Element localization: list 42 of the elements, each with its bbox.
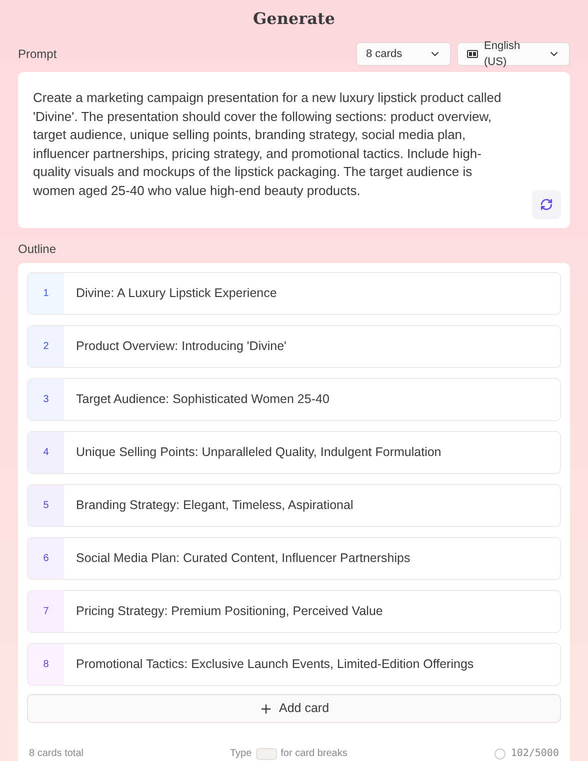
outline-card[interactable]: 3 Target Audience: Sophisticated Women 25-40 bbox=[27, 378, 561, 421]
outline-card[interactable]: 1 Divine: A Luxury Lipstick Experience bbox=[27, 272, 561, 315]
outline-card[interactable]: 4 Unique Selling Points: Unparalleled Quality, Indulgent Formulation bbox=[27, 431, 561, 474]
hint-text: Type bbox=[230, 747, 252, 761]
outline-label: Outline bbox=[17, 241, 58, 257]
card-title: Unique Selling Points: Unparalleled Quality, Indulgent Formulation bbox=[75, 444, 442, 462]
progress-ring-icon bbox=[494, 748, 506, 760]
prompt-text: Create a marketing campaign presentation for a new luxury lipstick product called 'Divine'. The presentation should cover the following sections: product overview, target audience, unique selling points, branding strategy, social media plan, influencer partnerships, pricing strategy, and promotional tactics. Include high-quality visuals and mockups of the lipstick packaging. The target audience is women aged 25-40 who value high-end beauty products. bbox=[33, 89, 502, 200]
refresh-icon bbox=[540, 198, 553, 211]
add-card-button[interactable]: Add card bbox=[27, 694, 561, 723]
card-number: 5 bbox=[28, 485, 64, 526]
card-title: Promotional Tactics: Exclusive Launch Events, Limited-Edition Offerings bbox=[75, 656, 474, 674]
language-icon bbox=[467, 50, 478, 58]
outline-card[interactable]: 8 Promotional Tactics: Exclusive Launch Events, Limited-Edition Offerings bbox=[27, 643, 561, 686]
card-title: Target Audience: Sophisticated Women 25-40 bbox=[75, 391, 330, 408]
outline-card[interactable]: 6 Social Media Plan: Curated Content, Influencer Partnerships bbox=[27, 537, 561, 580]
prompt-label: Prompt bbox=[18, 46, 57, 63]
card-title: Divine: A Luxury Lipstick Experience bbox=[75, 285, 277, 302]
card-number: 1 bbox=[28, 273, 64, 314]
card-number: 7 bbox=[28, 591, 64, 632]
refresh-button[interactable] bbox=[532, 190, 561, 219]
language-dropdown[interactable]: English (US) bbox=[457, 42, 570, 66]
outline-card[interactable]: 7 Pricing Strategy: Premium Positioning, Perceived Value bbox=[27, 590, 561, 633]
card-title: Product Overview: Introducing 'Divine' bbox=[75, 338, 286, 356]
hint-text: for card breaks bbox=[280, 747, 348, 761]
card-title: Social Media Plan: Curated Content, Influencer Partnerships bbox=[75, 550, 410, 568]
card-number: 4 bbox=[28, 432, 64, 473]
card-count-dropdown[interactable]: 8 cards bbox=[356, 42, 451, 66]
key-badge bbox=[256, 748, 277, 760]
page-title: Generate bbox=[252, 8, 336, 30]
card-number: 8 bbox=[28, 644, 64, 685]
character-count: 102/5000 bbox=[510, 747, 559, 761]
card-number: 6 bbox=[28, 538, 64, 579]
prompt-field[interactable] bbox=[18, 72, 570, 228]
cards-total: 8 cards total bbox=[29, 747, 84, 761]
card-number: 2 bbox=[28, 326, 64, 367]
outline-card[interactable]: 5 Branding Strategy: Elegant, Timeless, Aspirational bbox=[27, 484, 561, 527]
card-title: Branding Strategy: Elegant, Timeless, Aspirational bbox=[75, 497, 354, 514]
card-number: 3 bbox=[28, 379, 64, 420]
outline-card[interactable]: 2 Product Overview: Introducing 'Divine' bbox=[27, 325, 561, 368]
plus-icon bbox=[258, 702, 273, 716]
card-title: Pricing Strategy: Premium Positioning, Perceived Value bbox=[75, 603, 383, 620]
